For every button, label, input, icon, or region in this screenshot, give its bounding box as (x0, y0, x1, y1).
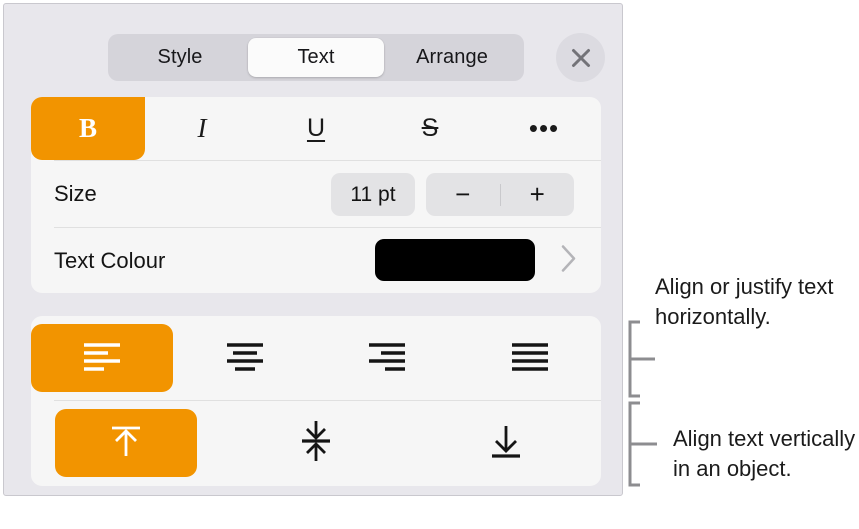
text-colour-swatch[interactable] (375, 239, 535, 281)
font-size-field[interactable]: 11 pt (331, 173, 415, 216)
text-format-card: B I U S ••• Size 11 pt − + Text Colour (31, 97, 601, 293)
align-top-button[interactable] (31, 401, 221, 485)
vertical-alignment-row (31, 401, 601, 485)
tab-arrange[interactable]: Arrange (384, 38, 520, 77)
text-colour-row: Text Colour (31, 228, 601, 293)
align-top-icon (106, 420, 146, 467)
font-size-label: Size (54, 181, 97, 206)
text-colour-label: Text Colour (54, 247, 166, 273)
callout-bracket-vertical (627, 401, 673, 492)
strikethrough-icon: S (421, 114, 439, 142)
panel-header: Style Text Arrange (4, 4, 622, 94)
screenshot-root: Style Text Arrange B I U S ••• Size 11 p… (0, 0, 859, 529)
strikethrough-button[interactable]: S (373, 97, 487, 160)
align-left-icon (80, 339, 124, 378)
chevron-right-icon[interactable] (559, 242, 579, 279)
align-centre-button[interactable] (174, 316, 317, 400)
more-options-button[interactable]: ••• (487, 97, 601, 160)
align-justify-icon (508, 339, 552, 378)
format-popover-panel: Style Text Arrange B I U S ••• Size 11 p… (3, 3, 623, 496)
align-centre-icon (223, 339, 267, 378)
italic-icon: I (197, 113, 207, 143)
text-style-row: B I U S ••• (31, 97, 601, 160)
align-left-button[interactable] (31, 316, 174, 400)
font-size-increase-button[interactable]: + (501, 173, 575, 216)
bold-button[interactable]: B (31, 97, 145, 160)
font-size-stepper[interactable]: − + (426, 173, 574, 216)
align-right-icon (365, 339, 409, 378)
close-icon (567, 44, 595, 72)
align-middle-button[interactable] (221, 401, 411, 485)
underline-icon: U (306, 114, 326, 142)
italic-button[interactable]: I (145, 97, 259, 160)
callout-bracket-horizontal (627, 320, 657, 403)
close-button[interactable] (556, 33, 605, 82)
ellipsis-icon: ••• (528, 113, 560, 144)
align-justify-button[interactable] (459, 316, 602, 400)
tab-style[interactable]: Style (112, 38, 248, 77)
align-bottom-icon (486, 420, 526, 467)
callout-horizontal-alignment-text: Align or justify text horizontally. (655, 274, 834, 329)
underline-button[interactable]: U (259, 97, 373, 160)
align-middle-icon (296, 418, 336, 469)
horizontal-alignment-row (31, 316, 601, 400)
callout-vertical-alignment-text: Align text vertically in an object. (673, 426, 856, 481)
alignment-card (31, 316, 601, 486)
tab-segmented-control[interactable]: Style Text Arrange (108, 34, 524, 81)
tab-text[interactable]: Text (248, 38, 384, 77)
align-bottom-button[interactable] (411, 401, 601, 485)
bold-icon: B (78, 113, 97, 143)
align-right-button[interactable] (316, 316, 459, 400)
font-size-row: Size 11 pt − + (31, 161, 601, 227)
font-size-decrease-button[interactable]: − (426, 173, 500, 216)
